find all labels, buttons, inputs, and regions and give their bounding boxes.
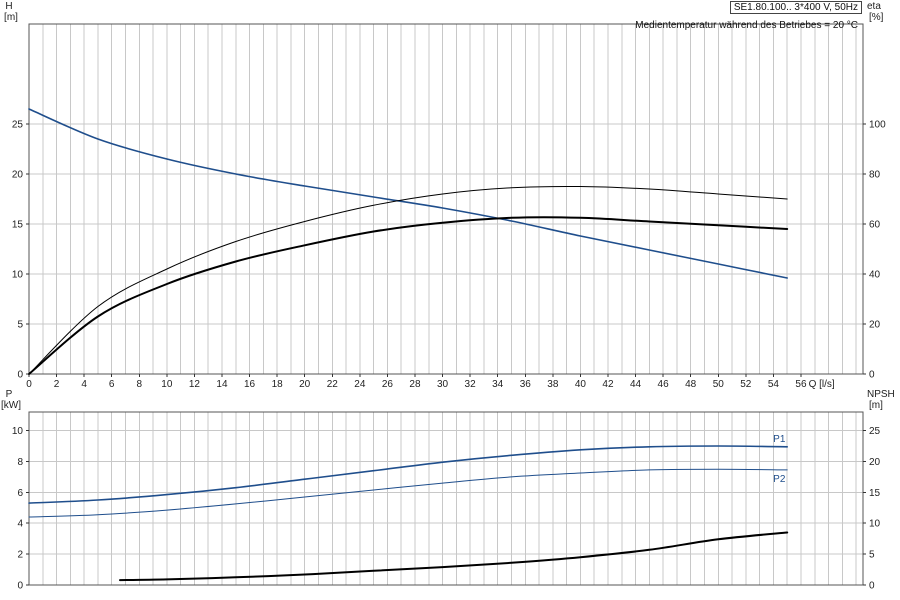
head-right-axis-unit: [%] xyxy=(869,12,884,23)
medium-temperature-note: Medientemperatur während des Betriebes =… xyxy=(635,20,858,31)
x-tick-label: 32 xyxy=(465,379,477,390)
pump-model-label: SE1.80.100.. 3*400 V, 50Hz xyxy=(729,1,862,14)
head-right-tick-label: 60 xyxy=(869,220,881,231)
power-right-axis-unit: [m] xyxy=(869,400,883,411)
x-tick-label: 52 xyxy=(740,379,752,390)
x-tick-label: 40 xyxy=(575,379,587,390)
head-left-tick-label: 20 xyxy=(12,170,24,181)
head-right-tick-label: 80 xyxy=(869,170,881,181)
power-left-tick-label: 8 xyxy=(17,457,23,468)
head-left-axis-title: H xyxy=(5,1,12,12)
power-right-tick-label: 25 xyxy=(869,426,881,437)
power-right-tick-label: 15 xyxy=(869,488,881,499)
head-right-tick-label: 20 xyxy=(869,320,881,331)
x-tick-label: 10 xyxy=(161,379,173,390)
x-tick-label: 8 xyxy=(136,379,142,390)
x-tick-label: 36 xyxy=(520,379,532,390)
head-left-tick-label: 25 xyxy=(12,120,24,131)
x-tick-label: 48 xyxy=(685,379,697,390)
power-npsh-grid xyxy=(28,412,863,586)
power-right-axis-title: NPSH xyxy=(867,389,895,400)
power-series-2-line xyxy=(119,531,789,582)
head-left-tick-label: 0 xyxy=(17,370,23,381)
x-tick-label: 56 xyxy=(795,379,807,390)
x-tick-label: 0 xyxy=(26,379,32,390)
x-tick-label: 26 xyxy=(382,379,394,390)
x-axis-title: Q [l/s] xyxy=(809,379,835,390)
x-tick-label: 42 xyxy=(602,379,614,390)
x-tick-label: 22 xyxy=(327,379,339,390)
power-left-tick-label: 0 xyxy=(17,581,23,592)
x-tick-label: 46 xyxy=(658,379,670,390)
power-left-tick-label: 6 xyxy=(17,488,23,499)
x-tick-label: 34 xyxy=(492,379,504,390)
head-right-tick-label: 0 xyxy=(869,370,875,381)
power-left-tick-label: 4 xyxy=(17,519,23,530)
head-left-axis-unit: [m] xyxy=(4,12,18,23)
head-efficiency-grid xyxy=(28,24,863,375)
x-tick-label: 24 xyxy=(354,379,366,390)
head-left-tick-label: 5 xyxy=(17,320,23,331)
head-right-tick-label: 100 xyxy=(869,120,886,131)
x-tick-label: 2 xyxy=(54,379,60,390)
head-efficiency-axes: 0510152025020406080100H[m]eta[%]0 2 4 6 8 10 1… xyxy=(4,1,886,390)
head-efficiency-series xyxy=(28,108,789,375)
x-tick-label: 30 xyxy=(437,379,449,390)
power-series-label-p2: P2 xyxy=(773,474,786,485)
power-left-axis-title: P xyxy=(6,389,13,400)
power-left-tick-label: 10 xyxy=(12,426,24,437)
power-right-tick-label: 0 xyxy=(869,581,875,592)
head-right-axis-title: eta xyxy=(867,1,881,12)
power-series-0-line xyxy=(28,445,788,504)
x-tick-label: 50 xyxy=(713,379,725,390)
power-right-tick-label: 10 xyxy=(869,519,881,530)
x-tick-label: 38 xyxy=(547,379,559,390)
power-plot-frame xyxy=(28,411,864,586)
power-right-tick-label: 20 xyxy=(869,457,881,468)
head-left-tick-label: 15 xyxy=(12,220,24,231)
x-tick-label: 6 xyxy=(109,379,115,390)
x-tick-label: 20 xyxy=(299,379,311,390)
head-plot-frame xyxy=(28,23,864,375)
power-left-axis-unit: [kW] xyxy=(1,400,21,411)
x-tick-label: 18 xyxy=(272,379,284,390)
pump-performance-chart: 0510152025020406080100H[m]eta[%]0 2 4 6 8 10 1… xyxy=(1,1,895,592)
x-tick-label: 14 xyxy=(216,379,228,390)
head-right-tick-label: 40 xyxy=(869,270,881,281)
power-left-tick-label: 2 xyxy=(17,550,23,561)
head-series-2-line xyxy=(28,216,789,375)
power-right-tick-label: 5 xyxy=(869,550,875,561)
power-series-label-p1: P1 xyxy=(773,434,786,445)
power-npsh-series: P1 P2 xyxy=(28,434,789,582)
power-npsh-axes: 0 2 4 6 8 10 0 5 10 15 20 25 P[kW] NPSH[m] xyxy=(1,389,895,592)
power-series-1-line xyxy=(28,468,788,518)
x-tick-label: 12 xyxy=(189,379,201,390)
x-tick-label: 16 xyxy=(244,379,256,390)
head-series-0-line xyxy=(28,108,788,279)
x-tick-label: 4 xyxy=(81,379,87,390)
x-tick-label: 44 xyxy=(630,379,642,390)
x-tick-label: 54 xyxy=(768,379,780,390)
x-tick-label: 28 xyxy=(409,379,421,390)
head-series-1-line xyxy=(28,185,788,375)
head-left-tick-label: 10 xyxy=(12,270,24,281)
